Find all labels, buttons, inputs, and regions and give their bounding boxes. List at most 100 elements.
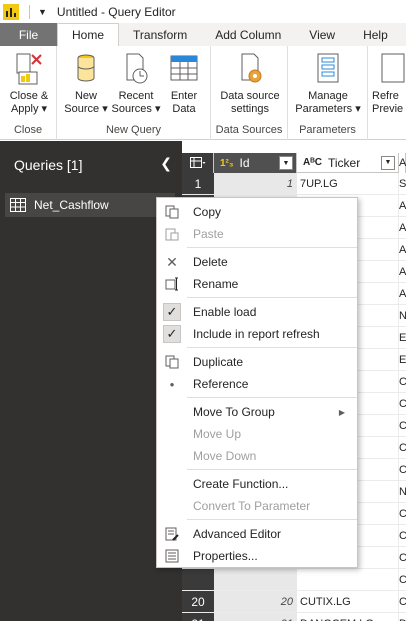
menu-item-label: Include in report refresh	[193, 327, 320, 341]
ticker-cell[interactable]: CUTIX.LG	[297, 591, 399, 612]
next-column-cell[interactable]: N	[399, 481, 406, 502]
next-column-cell[interactable]: C	[399, 393, 406, 414]
ticker-cell[interactable]: 7UP.LG	[297, 173, 399, 194]
menu-item-include-refresh[interactable]: ✓ Include in report refresh	[157, 323, 357, 345]
group-label-parameters: Parameters	[299, 124, 356, 136]
data-source-settings-button[interactable]: Data source settings	[215, 52, 285, 116]
next-column-cell[interactable]: S	[399, 173, 406, 194]
menu-item-rename[interactable]: Rename	[157, 273, 357, 295]
menu-separator	[187, 519, 357, 520]
next-column-cell[interactable]: C	[399, 415, 406, 436]
enter-data-button[interactable]: Enter Data	[163, 52, 205, 116]
new-source-button[interactable]: New Source ▾	[61, 52, 111, 116]
table-row[interactable]: 2121DANGCEM.LGD	[182, 613, 406, 621]
menu-separator	[187, 247, 357, 248]
manage-parameters-label-2: Parameters ▾	[295, 103, 361, 115]
next-column-cell[interactable]: D	[399, 613, 406, 621]
tab-transform[interactable]: Transform	[119, 23, 201, 46]
recent-sources-button[interactable]: Recent Sources ▾	[111, 52, 161, 116]
filter-dropdown-icon[interactable]: ▼	[279, 156, 293, 170]
close-apply-button[interactable]: Close & Apply ▾	[6, 52, 52, 116]
next-column-cell[interactable]: C	[399, 371, 406, 392]
id-cell[interactable]: 21	[214, 613, 297, 621]
ticker-cell[interactable]: DANGCEM.LG	[297, 613, 399, 621]
table-row[interactable]: 20 20 CUTIX.LG C	[182, 591, 406, 613]
menu-separator	[187, 469, 357, 470]
column-header-id[interactable]: 1²₃ Id ▼	[214, 153, 297, 173]
next-column-cell[interactable]: A	[399, 217, 406, 238]
row-number-cell[interactable]: 1	[182, 173, 214, 194]
menu-item-copy[interactable]: Copy	[157, 201, 357, 223]
next-column-cell[interactable]: E	[399, 327, 406, 348]
parameters-icon	[317, 53, 339, 83]
menu-item-convert-parameter[interactable]: Convert To Parameter	[157, 495, 357, 517]
refresh-preview-button[interactable]: Refre Previe	[372, 52, 406, 116]
column-header-ticker[interactable]: AᴮC Ticker ▼	[297, 153, 399, 173]
next-column-cell[interactable]: C	[399, 437, 406, 458]
next-column-cell[interactable]: C	[399, 525, 406, 546]
next-column-cell[interactable]: N	[399, 305, 406, 326]
collapse-pane-icon[interactable]: ❮	[160, 155, 172, 172]
id-cell[interactable]: 1	[214, 173, 297, 194]
advanced-editor-icon	[157, 527, 187, 541]
close-apply-icon	[16, 53, 42, 85]
enter-data-label-2: Data	[172, 103, 196, 115]
window-title: Untitled - Query Editor	[56, 4, 176, 19]
manage-parameters-button[interactable]: Manage Parameters ▾	[292, 52, 364, 116]
row-number-cell[interactable]: 20	[182, 591, 214, 612]
menu-item-move-to-group[interactable]: Move To Group ▶	[157, 401, 357, 423]
filter-dropdown-icon[interactable]: ▼	[381, 155, 395, 170]
menu-item-properties[interactable]: Properties...	[157, 545, 357, 567]
menu-item-paste[interactable]: Paste	[157, 223, 357, 245]
tab-help[interactable]: Help	[349, 23, 402, 46]
id-cell[interactable]	[214, 569, 297, 590]
next-column-cell[interactable]: C	[399, 503, 406, 524]
next-column-cell[interactable]: E	[399, 349, 406, 370]
menu-item-label: Copy	[193, 205, 222, 219]
menu-item-enable-load[interactable]: ✓ Enable load	[157, 301, 357, 323]
tab-home[interactable]: Home	[57, 23, 120, 46]
new-source-label-1: New	[74, 90, 97, 102]
query-item-label: Net_Cashflow	[34, 198, 109, 212]
menu-item-move-down[interactable]: Move Down	[157, 445, 357, 467]
table-menu-icon	[189, 157, 205, 168]
menu-item-label: Move Down	[193, 449, 257, 463]
data-source-settings-label-1: Data source	[220, 90, 280, 102]
tab-view[interactable]: View	[295, 23, 349, 46]
next-column-cell[interactable]: A	[399, 261, 406, 282]
next-column-cell[interactable]: C	[399, 547, 406, 568]
menu-item-create-function[interactable]: Create Function...	[157, 473, 357, 495]
menu-item-duplicate[interactable]: Duplicate	[157, 351, 357, 373]
table-row[interactable]: 1 1 7UP.LG S	[182, 173, 406, 195]
column-header-id-label: Id	[239, 156, 250, 170]
menu-item-delete[interactable]: ✕ Delete	[157, 251, 357, 273]
menu-item-advanced-editor[interactable]: Advanced Editor	[157, 523, 357, 545]
menu-item-reference[interactable]: • Reference	[157, 373, 357, 395]
next-column-cell[interactable]: A	[399, 239, 406, 260]
query-item-net-cashflow[interactable]: Net_Cashflow	[5, 193, 175, 217]
next-column-cell[interactable]: C	[399, 591, 406, 612]
number-type-icon[interactable]: 1²₃	[220, 158, 234, 169]
text-type-icon[interactable]: AᴮC	[303, 157, 322, 168]
duplicate-icon	[157, 355, 187, 369]
menu-item-label: Properties...	[193, 549, 258, 563]
ticker-cell[interactable]	[297, 569, 399, 590]
menu-item-move-up[interactable]: Move Up	[157, 423, 357, 445]
next-column-cell[interactable]: C	[399, 569, 406, 590]
next-column-cell[interactable]: C	[399, 459, 406, 480]
next-column-cell[interactable]: A	[399, 283, 406, 304]
table-row[interactable]: C	[182, 569, 406, 591]
table-menu-button[interactable]	[182, 153, 214, 173]
row-number-cell[interactable]: 21	[182, 613, 214, 621]
tab-file[interactable]: File	[0, 23, 57, 46]
column-header-next[interactable]: A	[399, 153, 406, 173]
checkmark-icon: ✓	[163, 303, 181, 321]
tab-add-column[interactable]: Add Column	[201, 23, 295, 46]
next-column-cell[interactable]: A	[399, 195, 406, 216]
menu-item-label: Duplicate	[193, 355, 244, 369]
refresh-preview-label-2: Previe	[372, 103, 404, 115]
rename-icon	[157, 277, 187, 291]
id-cell[interactable]: 20	[214, 591, 297, 612]
row-number-cell[interactable]	[182, 569, 214, 590]
quick-access-dropdown-icon[interactable]: ▼	[38, 7, 47, 17]
